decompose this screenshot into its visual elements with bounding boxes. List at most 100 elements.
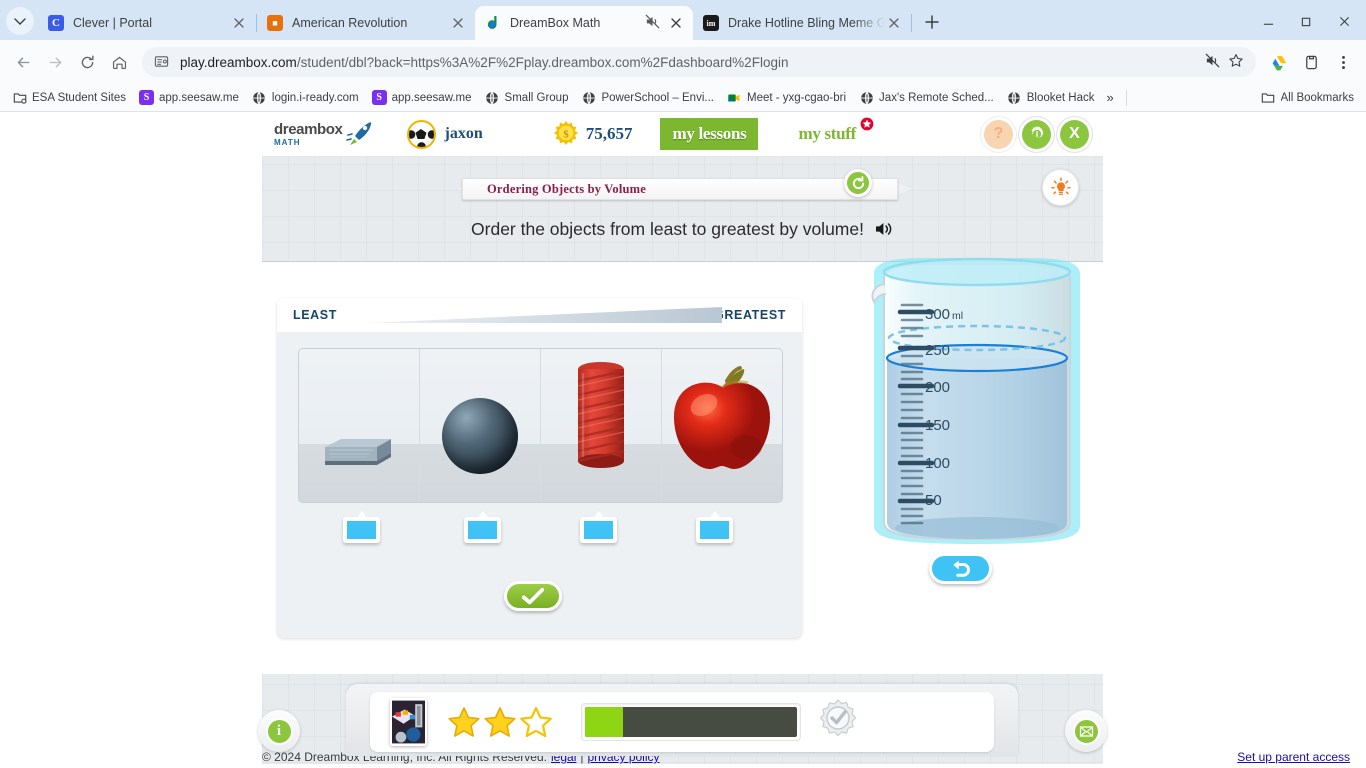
- folder-icon: [1261, 90, 1276, 105]
- parent-access-link[interactable]: Set up parent access: [1237, 750, 1350, 764]
- answer-slot-2[interactable]: [464, 517, 501, 543]
- browser-tab-dreambox-math[interactable]: DreamBox Math: [475, 6, 693, 40]
- lesson-thumbnail[interactable]: [390, 698, 427, 746]
- info-button[interactable]: i: [258, 710, 300, 752]
- tab-title: American Revolution: [292, 16, 408, 30]
- user-name: jaxon: [444, 125, 483, 142]
- bottom-tray-inner: [370, 692, 994, 752]
- progress-track: [585, 707, 797, 737]
- google-drive-button[interactable]: [1264, 47, 1294, 77]
- bookmarks-bar: ESA Student Sites S app.seesaw.me login.…: [0, 84, 1366, 112]
- chrome-menu-button[interactable]: [1328, 47, 1358, 77]
- nav-my-lessons[interactable]: my lessons: [660, 118, 759, 150]
- forward-button[interactable]: [40, 47, 70, 77]
- progress-bottom-bar: i: [258, 672, 1107, 764]
- check-answer-button[interactable]: [504, 581, 562, 611]
- undo-button[interactable]: [929, 553, 992, 584]
- dreambox-logo[interactable]: dreambox MATH: [274, 121, 343, 147]
- bookmark-google-meet[interactable]: Meet - yxg-cgao-bri: [721, 87, 852, 108]
- beaker-tick-label-100: 100: [925, 455, 951, 472]
- bookmark-app-seesaw-2[interactable]: S app.seesaw.me: [366, 87, 478, 108]
- greatest-label: GREATEST: [714, 308, 786, 322]
- object-metal-bar[interactable]: [321, 433, 397, 474]
- bookmark-small-group[interactable]: Small Group: [479, 87, 575, 108]
- bookmark-login-iready[interactable]: login.i-ready.com: [246, 87, 365, 108]
- settings-gear-button[interactable]: [1022, 119, 1051, 149]
- close-lesson-button[interactable]: X: [1060, 119, 1089, 149]
- check-icon: [522, 587, 544, 604]
- undo-arrow-icon: [953, 560, 970, 577]
- tab-close-button[interactable]: [230, 14, 248, 32]
- close-icon: [234, 18, 244, 28]
- bookmark-label: login.i-ready.com: [271, 91, 359, 104]
- all-bookmarks-button[interactable]: All Bookmarks: [1255, 87, 1361, 108]
- object-red-licorice[interactable]: [575, 359, 627, 474]
- object-metal-sphere[interactable]: [442, 398, 518, 474]
- answer-slot-4[interactable]: [696, 517, 733, 543]
- seesaw-icon: S: [371, 90, 387, 105]
- bookmark-powerschool[interactable]: PowerSchool – Envi...: [575, 87, 720, 108]
- bookmark-esa-student-sites[interactable]: ESA Student Sites: [6, 87, 132, 108]
- tab-title: Drake Hotline Bling Meme Gene: [728, 16, 885, 30]
- home-button[interactable]: [104, 47, 134, 77]
- window-controls: [1250, 8, 1362, 34]
- extensions-button[interactable]: [1296, 47, 1326, 77]
- beaker-tick-label-150: 150: [925, 417, 951, 434]
- ordering-card-header: LEAST GREATEST: [277, 298, 802, 332]
- tab-muted-icon[interactable]: [1205, 53, 1220, 71]
- star-empty-3: [520, 706, 552, 738]
- url-domain: play.dreambox.com: [180, 54, 297, 70]
- nav-label: my stuff: [798, 124, 857, 143]
- bookmark-label: Jax's Remote Sched...: [879, 91, 994, 104]
- bookmark-jax-remote-schedule[interactable]: Jax's Remote Sched...: [853, 87, 1000, 108]
- ordering-card: LEAST GREATEST: [277, 298, 802, 638]
- soccer-ball-avatar: [406, 119, 436, 149]
- app-header: dreambox MATH jaxon $ 75,657 my lessons …: [262, 112, 1103, 157]
- minimize-button[interactable]: [1250, 8, 1286, 34]
- back-button[interactable]: [8, 47, 38, 77]
- answer-slot-3[interactable]: [580, 517, 617, 543]
- home-icon: [112, 56, 126, 69]
- replay-icon: [852, 175, 864, 189]
- object-slot-3[interactable]: [541, 349, 662, 502]
- answer-slot-1[interactable]: [343, 517, 380, 543]
- new-tab-button[interactable]: [918, 8, 946, 36]
- beaker-tick-label-50: 50: [925, 492, 942, 509]
- tab-close-button[interactable]: [667, 14, 685, 32]
- browser-tab-clever[interactable]: C Clever | Portal: [38, 6, 256, 40]
- object-slot-4[interactable]: [662, 349, 782, 502]
- page-content: dreambox MATH jaxon $ 75,657 my lessons …: [0, 112, 1366, 768]
- maximize-button[interactable]: [1288, 8, 1324, 34]
- object-slot-2[interactable]: [420, 349, 541, 502]
- window-close-button[interactable]: [1326, 8, 1362, 34]
- replay-audio-button[interactable]: [844, 169, 872, 197]
- tab-search-button[interactable]: [6, 7, 34, 35]
- reload-button[interactable]: [72, 47, 102, 77]
- hint-button[interactable]: [1042, 169, 1079, 206]
- exit-button[interactable]: [1065, 710, 1107, 752]
- all-bookmarks-label: All Bookmarks: [1280, 91, 1355, 104]
- tab-close-button[interactable]: [885, 14, 903, 32]
- tab-muted-icon[interactable]: [645, 14, 661, 32]
- bookmark-app-seesaw-1[interactable]: S app.seesaw.me: [133, 87, 245, 108]
- bookmark-blooket-hack[interactable]: Blooket Hack: [1001, 87, 1101, 108]
- browser-tab-american-revolution[interactable]: ■ American Revolution: [257, 6, 475, 40]
- object-slot-1[interactable]: [299, 349, 420, 502]
- measuring-beaker[interactable]: [862, 250, 1092, 580]
- tab-close-button[interactable]: [449, 14, 467, 32]
- bookmark-star-icon[interactable]: [1228, 53, 1244, 72]
- favicon-letter: C: [52, 17, 60, 29]
- tab-title: DreamBox Math: [510, 16, 601, 30]
- object-red-apple[interactable]: [672, 365, 772, 474]
- page-info-icon[interactable]: [154, 54, 170, 70]
- bookmarks-divider: [1125, 89, 1127, 106]
- help-button[interactable]: ?: [984, 119, 1013, 149]
- speaker-icon[interactable]: [874, 220, 894, 238]
- browser-tab-drake-meme[interactable]: im Drake Hotline Bling Meme Gene: [693, 6, 911, 40]
- least-label: LEAST: [293, 308, 337, 322]
- nav-my-stuff[interactable]: my stuff: [786, 117, 874, 150]
- address-bar[interactable]: play.dreambox.com/student/dbl?back=https…: [142, 47, 1256, 77]
- tab-title: Clever | Portal: [73, 16, 152, 30]
- bookmarks-overflow-button[interactable]: »: [1102, 87, 1119, 108]
- user-profile[interactable]: jaxon: [406, 119, 483, 149]
